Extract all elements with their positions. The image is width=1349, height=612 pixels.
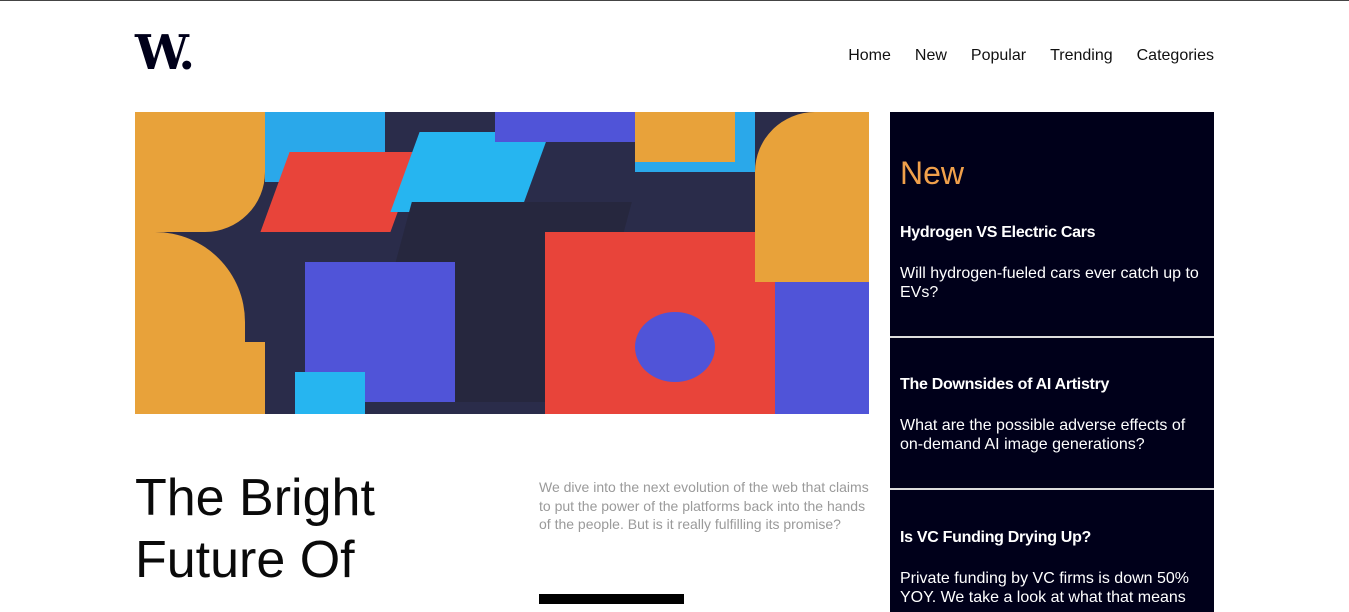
sidebar-article[interactable]: Is VC Funding Drying Up? Private funding… — [890, 529, 1214, 607]
article-title[interactable]: The Bright Future Of — [135, 467, 375, 591]
sidebar-article[interactable]: Hydrogen VS Electric Cars Will hydrogen-… — [890, 224, 1214, 302]
article-title: Hydrogen VS Electric Cars — [900, 224, 1096, 241]
title-line: The Bright — [135, 469, 375, 527]
nav-categories[interactable]: Categories — [1137, 47, 1214, 65]
sidebar-heading: New — [900, 155, 965, 191]
hero-image[interactable] — [135, 112, 869, 414]
logo[interactable]: W. — [135, 29, 195, 77]
nav-new[interactable]: New — [915, 47, 947, 65]
sidebar-article[interactable]: The Downsides of AI Artistry What are th… — [890, 376, 1214, 454]
title-line: Future Of — [135, 531, 355, 589]
article-description: We dive into the next evolution of the w… — [539, 479, 869, 532]
article-summary: Will hydrogen-fueled cars ever catch up … — [900, 265, 1199, 301]
new-sidebar: New Hydrogen VS Electric Cars Will hydro… — [890, 112, 1214, 612]
nav-popular[interactable]: Popular — [971, 47, 1026, 65]
nav-home[interactable]: Home — [848, 47, 891, 65]
divider — [890, 336, 1214, 338]
divider — [890, 488, 1214, 490]
read-more-button[interactable] — [539, 594, 684, 604]
article-summary: What are the possible adverse effects of… — [900, 417, 1186, 453]
nav-trending[interactable]: Trending — [1050, 47, 1113, 65]
article-summary: Private funding by VC firms is down 50% … — [900, 570, 1190, 606]
article-title: The Downsides of AI Artistry — [900, 376, 1110, 393]
article-title: Is VC Funding Drying Up? — [900, 529, 1092, 546]
main-nav: Home New Popular Trending Categories — [848, 47, 1214, 65]
